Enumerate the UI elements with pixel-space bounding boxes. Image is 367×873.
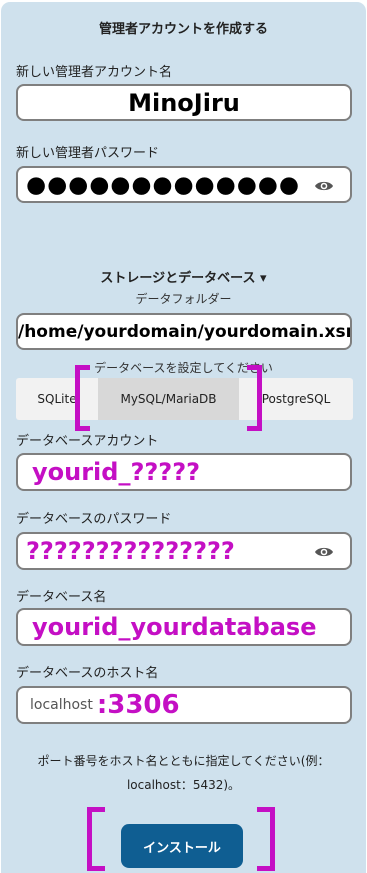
install-button[interactable]: インストール	[121, 824, 243, 868]
admin-pass-input[interactable]: ●●●●●●●●●●●●●	[16, 166, 352, 203]
db-name-label: データベース名	[16, 590, 107, 605]
db-pass-value: ???????????????	[26, 537, 235, 565]
db-host-port: :3306	[96, 690, 180, 720]
admin-pass-label: 新しい管理者パスワード	[16, 146, 160, 161]
db-pass-input[interactable]: ???????????????	[16, 532, 352, 570]
db-configure-label: データベースを設定してください	[94, 361, 273, 375]
annotation-bracket-right	[257, 807, 275, 871]
storage-database-toggle[interactable]: ストレージとデータベース ▾	[1, 267, 366, 286]
admin-user-value: MinoJiru	[128, 88, 240, 117]
data-folder-value: /home/yourdomain/yourdomain.xsrv	[18, 321, 352, 342]
admin-pass-value: ●●●●●●●●●●●●●	[26, 171, 300, 198]
eye-icon[interactable]	[314, 179, 334, 193]
db-user-value: yourid_?????	[32, 458, 201, 486]
db-option-mysql[interactable]: MySQL/MariaDB	[98, 378, 239, 420]
eye-icon[interactable]	[314, 545, 334, 559]
db-type-selector: SQLite MySQL/MariaDB PostgreSQL	[16, 378, 353, 420]
db-pass-label: データベースのパスワード	[16, 512, 172, 527]
admin-user-input[interactable]: MinoJiru	[16, 84, 352, 121]
annotation-bracket-left	[75, 365, 90, 431]
db-host-value: localhost	[30, 697, 93, 713]
db-user-label: データベースアカウント	[16, 434, 159, 449]
port-hint-line2: localhost：5432)。	[126, 778, 241, 792]
page-title: 管理者アカウントを作成する	[98, 22, 268, 37]
annotation-bracket-left	[87, 807, 105, 871]
db-user-input[interactable]: yourid_?????	[16, 453, 352, 491]
db-name-value: yourid_yourdatabase	[32, 613, 317, 641]
admin-user-label: 新しい管理者アカウント名	[16, 65, 173, 80]
setup-panel: 管理者アカウントを作成する 新しい管理者アカウント名 MinoJiru 新しい管…	[1, 2, 366, 873]
port-hint-line1: ポート番号をホスト名とともに指定してください(例：	[37, 754, 330, 768]
annotation-bracket-right	[247, 365, 262, 431]
db-host-input[interactable]: localhost :3306	[16, 686, 352, 724]
db-name-input[interactable]: yourid_yourdatabase	[16, 608, 352, 646]
data-folder-input[interactable]: /home/yourdomain/yourdomain.xsrv	[16, 313, 352, 350]
db-host-label: データベースのホスト名	[16, 666, 159, 681]
data-folder-label: データフォルダー	[135, 292, 232, 306]
